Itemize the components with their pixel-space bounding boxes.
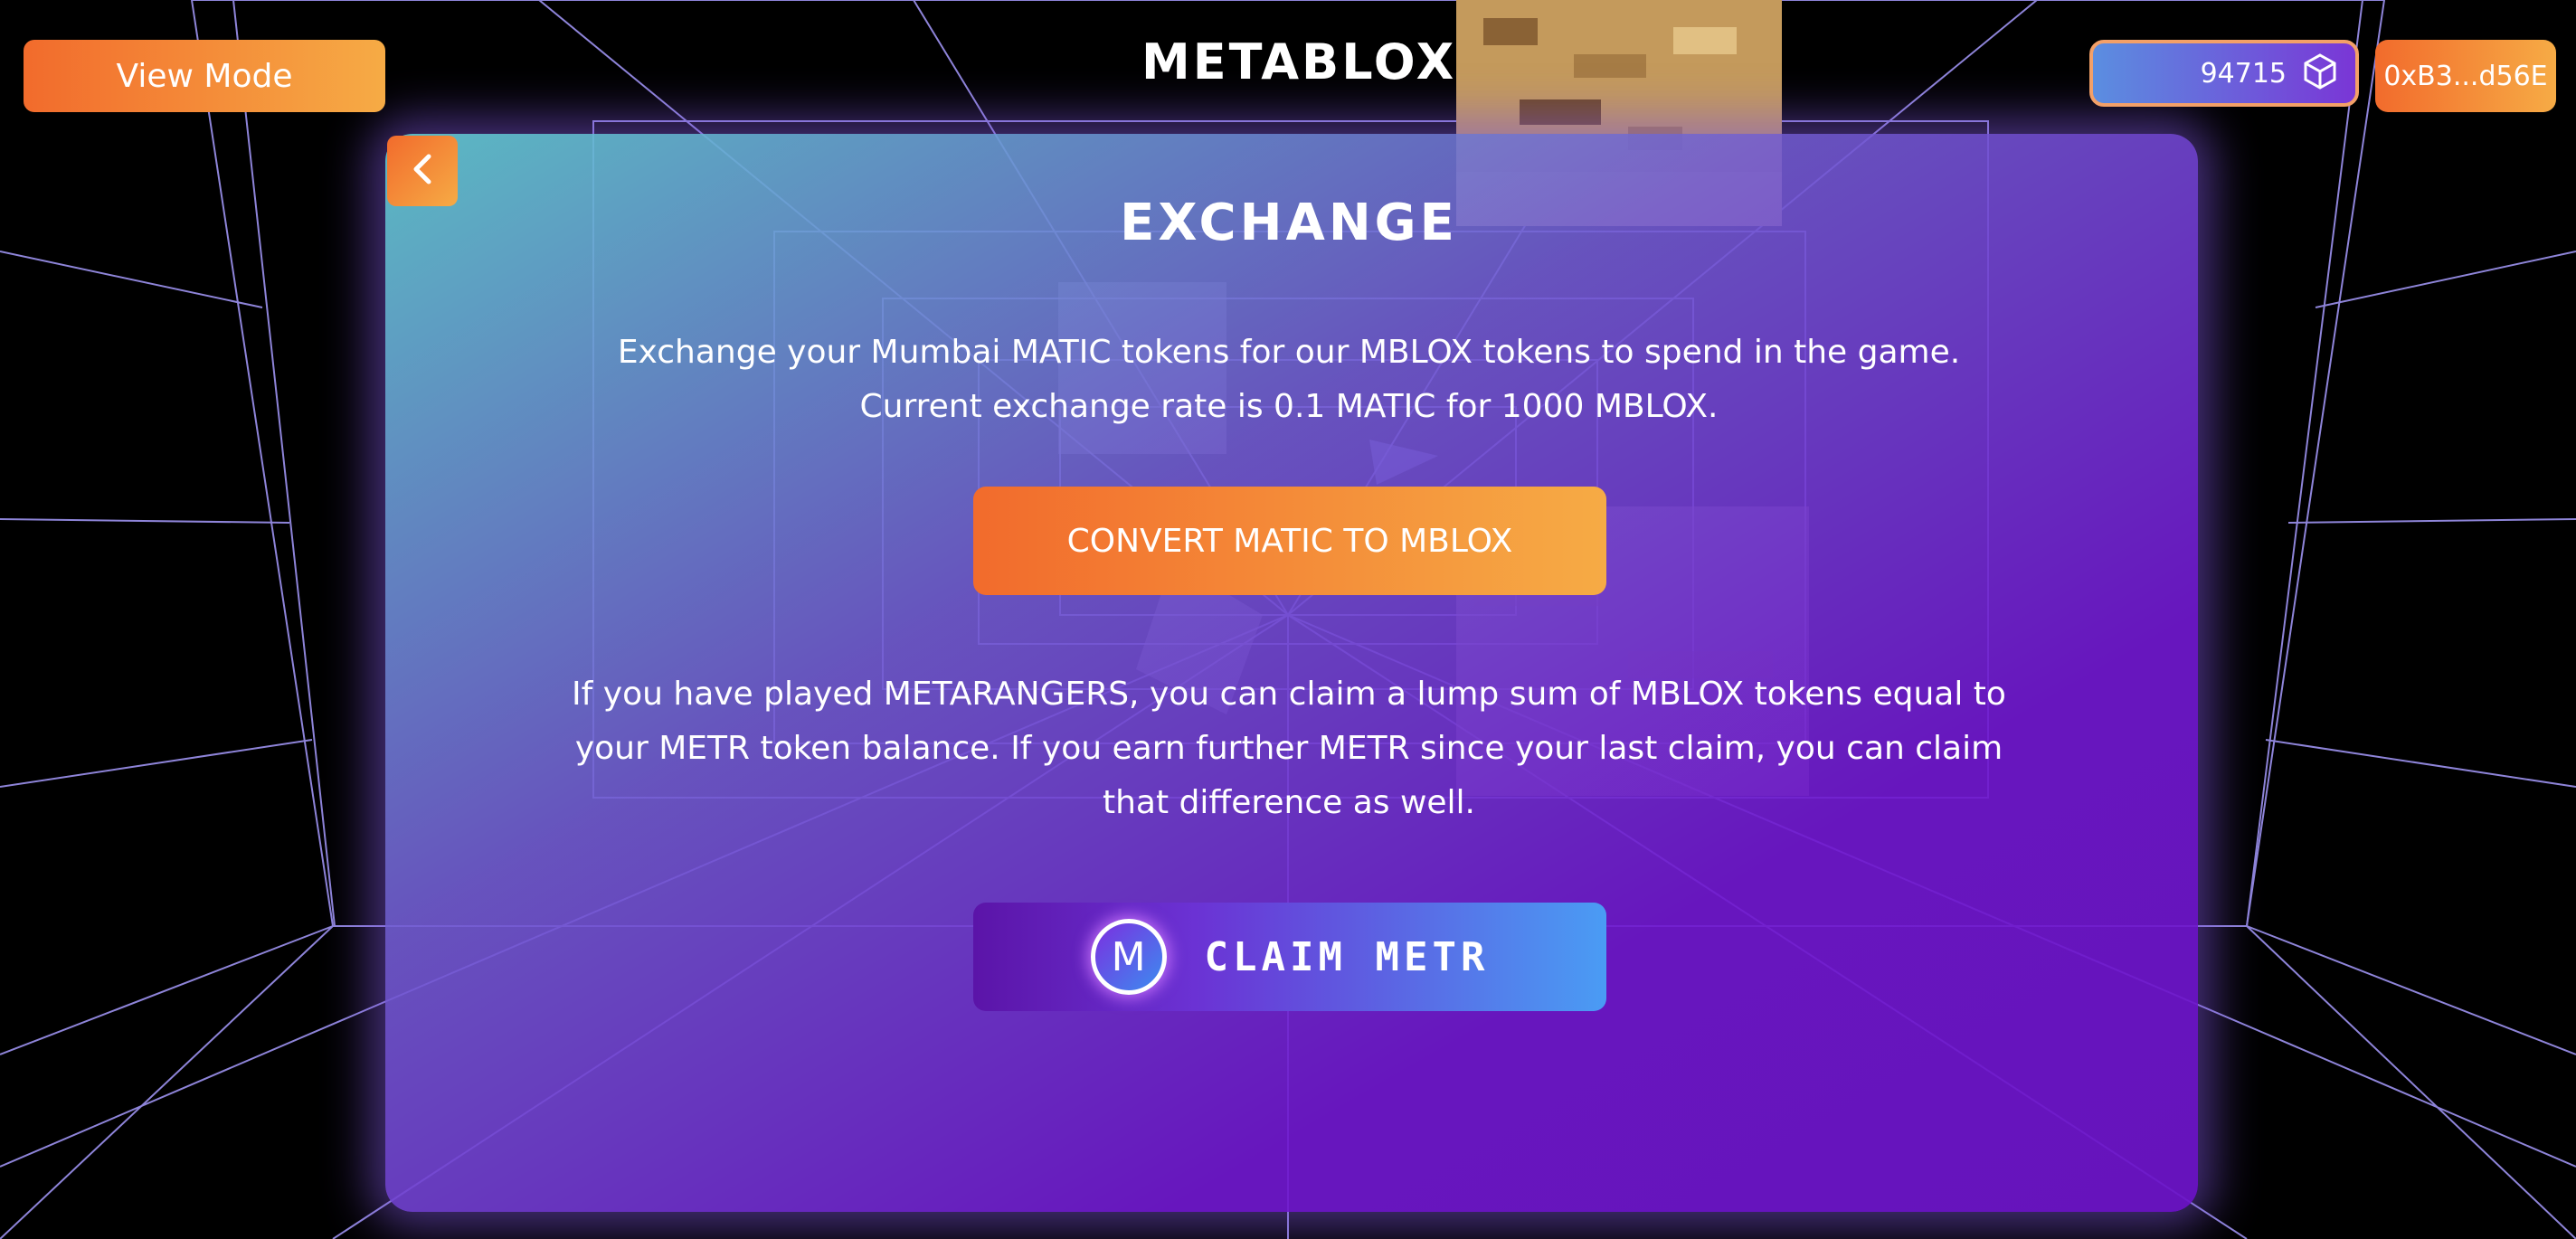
claim-description-line: that difference as well. <box>1102 784 1475 821</box>
cube-icon <box>2303 53 2337 93</box>
exchange-rate-line: Current exchange rate is 0.1 MATIC for 1… <box>859 388 1719 425</box>
convert-matic-button[interactable]: CONVERT MATIC TO MBLOX <box>973 487 1606 595</box>
view-mode-button[interactable]: View Mode <box>24 40 385 112</box>
token-balance-value: 94715 <box>2200 57 2287 90</box>
wallet-address-button[interactable]: 0xB3...d56E <box>2375 40 2556 112</box>
claim-metr-button[interactable]: M CLAIM METR <box>973 903 1606 1011</box>
claim-description-line: If you have played METARANGERS, you can … <box>572 676 2006 713</box>
exchange-description-line: Exchange your Mumbai MATIC tokens for ou… <box>617 334 1961 371</box>
page-title: EXCHANGE <box>1120 194 1458 252</box>
metr-coin-icon: M <box>1090 919 1167 995</box>
exchange-description: Exchange your Mumbai MATIC tokens for ou… <box>507 326 2071 434</box>
claim-description-line: your METR token balance. If you earn fur… <box>574 730 2003 767</box>
back-button[interactable] <box>387 136 458 206</box>
claim-metr-label: CLAIM METR <box>1204 933 1490 980</box>
claim-description: If you have played METARANGERS, you can … <box>507 667 2071 830</box>
chevron-left-icon <box>407 151 438 191</box>
metablox-logo: METABLOX <box>1141 33 1457 90</box>
token-balance: 94715 <box>2089 40 2359 107</box>
